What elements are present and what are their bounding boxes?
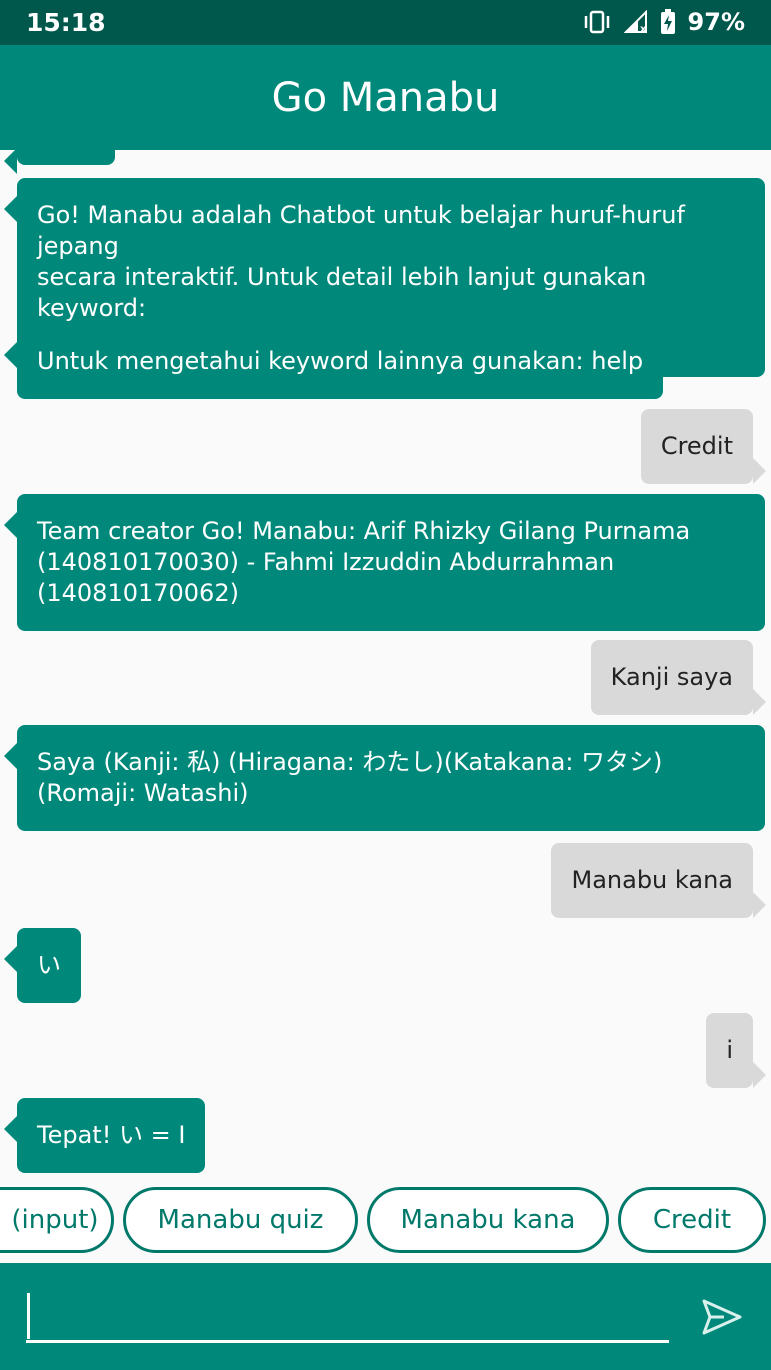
bot-message: Saya (Kanji: 私) (Hiragana: わたし)(Katakana… <box>4 725 765 831</box>
user-message: i <box>706 1013 766 1088</box>
message-text: Credit <box>660 432 733 460</box>
app-bar: Go Manabu <box>0 45 771 150</box>
user-message: Kanji saya <box>590 640 767 715</box>
bot-message: Tepat! い = I <box>3 1098 206 1173</box>
svg-text:x: x <box>640 24 647 34</box>
vibrate-icon <box>584 10 609 34</box>
message-text: い <box>37 951 61 979</box>
message-text: Untuk mengetahui keyword lainnya gunakan… <box>37 347 644 375</box>
bot-message: い <box>4 928 81 1003</box>
message-text: Kanji saya <box>610 663 733 691</box>
chat-list[interactable]: Go! Manabu adalah Chatbot untuk belajar … <box>0 150 771 1180</box>
bot-message: Team creator Go! Manabu: Arif Rhizky Gil… <box>4 494 765 631</box>
message-text: Saya (Kanji: 私) (Hiragana: わたし)(Katakana… <box>37 748 663 807</box>
chip-input[interactable]: (input) <box>0 1187 114 1253</box>
status-time: 15:18 <box>26 8 106 37</box>
app-title: Go Manabu <box>271 74 500 121</box>
user-message: Credit <box>640 409 767 484</box>
message-input[interactable] <box>26 1291 669 1343</box>
chip-manabu-kana[interactable]: Manabu kana <box>367 1187 609 1253</box>
suggestion-chips: (input) Manabu quiz Manabu kana Credit <box>0 1185 771 1255</box>
message-text: Team creator Go! Manabu: Arif Rhizky Gil… <box>37 517 691 607</box>
battery-level: 97% <box>687 8 745 36</box>
send-icon[interactable] <box>700 1295 744 1339</box>
text-cursor <box>27 1293 30 1339</box>
status-bar: 15:18 x 97% <box>0 0 771 45</box>
status-icons: x 97% <box>582 8 745 36</box>
input-bar <box>0 1263 771 1370</box>
message-text: Manabu kana <box>571 866 733 894</box>
bot-message: Untuk mengetahui keyword lainnya gunakan… <box>3 324 664 399</box>
battery-charging-icon <box>660 9 675 34</box>
signal-icon: x <box>623 10 647 34</box>
chip-credit[interactable]: Credit <box>618 1187 766 1253</box>
bot-message <box>4 150 115 174</box>
message-text: Tepat! い = I <box>37 1121 186 1149</box>
user-message: Manabu kana <box>551 843 766 918</box>
message-text: i <box>726 1036 733 1064</box>
chip-manabu-quiz[interactable]: Manabu quiz <box>123 1187 358 1253</box>
